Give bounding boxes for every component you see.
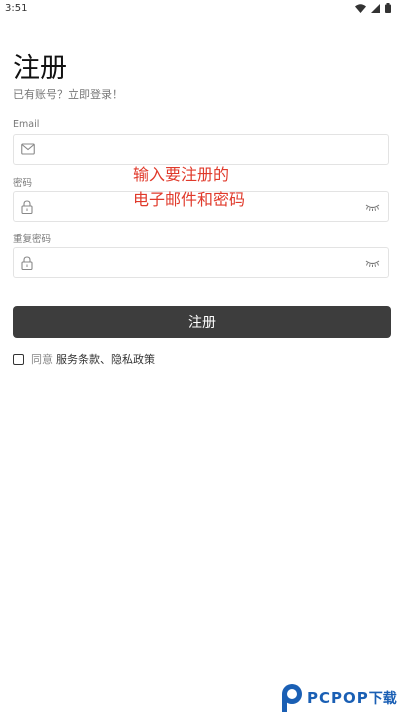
watermark-suffix: 下载 <box>368 691 397 707</box>
agree-checkbox[interactable] <box>13 353 24 365</box>
page-title: 注册 <box>13 53 67 84</box>
lock-icon <box>21 200 33 214</box>
register-button[interactable]: 注册 <box>13 306 391 338</box>
status-icons <box>355 3 391 13</box>
confirm-password-label: 重复密码 <box>13 234 52 245</box>
agree-label: 同意 <box>31 353 53 366</box>
eye-closed-icon[interactable] <box>365 260 380 267</box>
instruction-annotation: 输入要注册的 电子邮件和密码 <box>133 162 245 212</box>
signal-icon <box>371 3 380 13</box>
annotation-line-1: 输入要注册的 <box>133 165 230 184</box>
status-time: 3:51 <box>5 3 28 14</box>
email-input[interactable] <box>44 139 348 163</box>
email-label: Email <box>13 119 40 130</box>
watermark-brand: PCPOP <box>307 689 369 707</box>
annotation-line-2: 电子邮件和密码 <box>133 190 246 209</box>
mail-icon <box>21 143 35 155</box>
watermark-logo: PCPOP 下载 <box>280 683 397 713</box>
agreement-row: 同意 服务条款、隐私政策 <box>13 351 155 367</box>
login-link[interactable]: 已有账号？立即登录！ <box>13 86 123 102</box>
status-bar: 3:51 <box>0 0 403 18</box>
password-label: 密码 <box>13 178 33 189</box>
confirm-password-field[interactable] <box>13 247 389 278</box>
terms-privacy-link[interactable]: 服务条款、隐私政策 <box>56 351 155 367</box>
wifi-icon <box>355 3 366 13</box>
confirm-password-input[interactable] <box>44 252 348 276</box>
eye-closed-icon[interactable] <box>365 204 380 211</box>
email-field[interactable] <box>13 134 389 165</box>
pcpop-logo-icon <box>282 684 302 712</box>
battery-icon <box>385 3 391 13</box>
lock-icon <box>21 256 33 270</box>
